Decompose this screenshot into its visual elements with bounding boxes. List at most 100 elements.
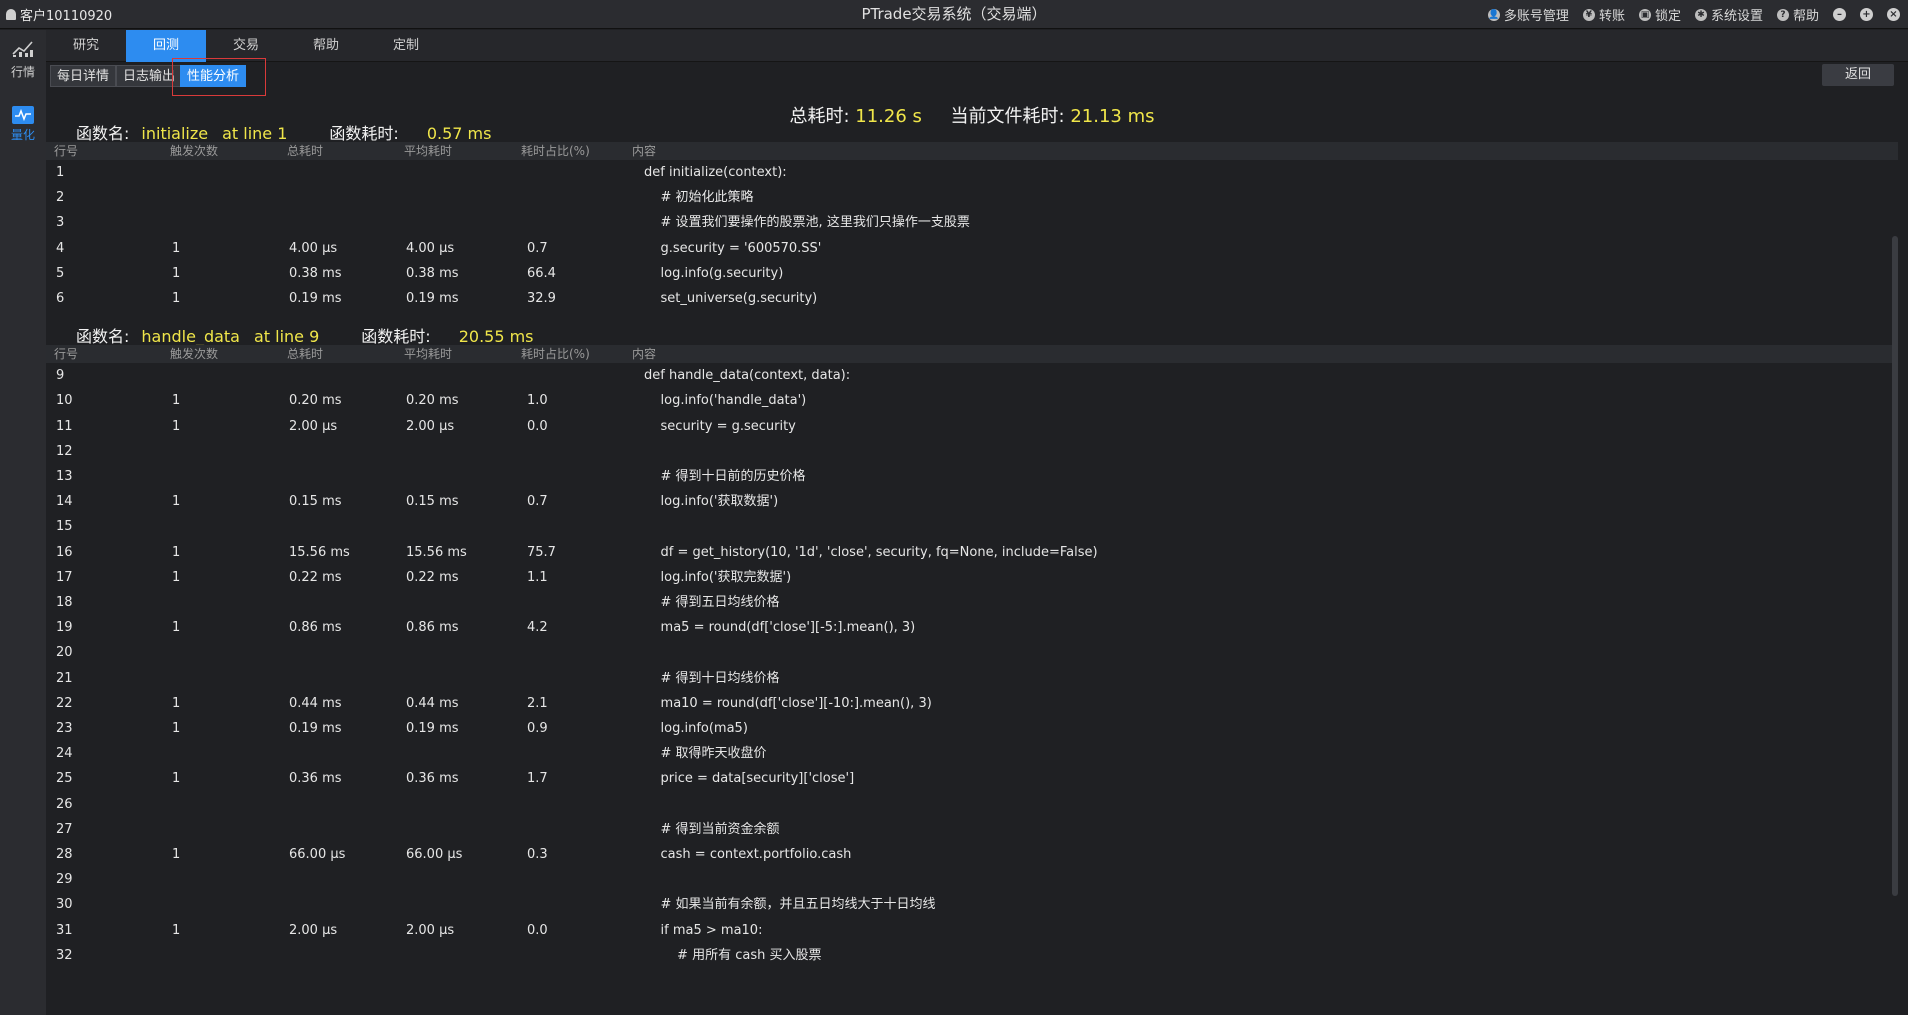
customer-info: 客户10110920 — [6, 0, 112, 29]
column-header: 触发次数 — [170, 347, 219, 362]
table-cell: 1.0 — [527, 393, 548, 409]
table-row: 29 — [46, 867, 1898, 892]
help-button[interactable]: ? 帮助 — [1776, 5, 1819, 24]
tab-trade[interactable]: 交易 — [206, 30, 286, 62]
table-cell: 0.3 — [527, 847, 548, 862]
table-cell: def initialize(context): — [644, 165, 787, 180]
table-cell: 9 — [56, 368, 65, 384]
help-icon: ? — [1776, 8, 1789, 21]
total-time-value: 11.26 s — [855, 106, 922, 127]
table-cell: 32.9 — [527, 291, 556, 306]
table-header: 行号 触发次数 总耗时 平均耗时 耗时占比(%) 内容 — [46, 142, 1898, 160]
table-cell: 13 — [56, 469, 73, 484]
table-cell: 0.20 ms — [406, 393, 459, 409]
table-cell: 0.0 — [527, 922, 548, 938]
lock-button[interactable]: ▣ 锁定 — [1638, 5, 1681, 24]
table-cell: df = get_history(10, '1d', 'close', secu… — [644, 544, 1098, 560]
table-cell: 1.1 — [527, 569, 548, 585]
column-header: 触发次数 — [170, 144, 219, 158]
table-row: 23 1 0.19 ms 0.19 ms 0.9 log.info(ma5) — [46, 716, 1898, 741]
return-button[interactable]: 返回 — [1822, 64, 1894, 86]
table-row: 4 1 4.00 µs 4.00 µs 0.7 g.security = '600570… — [46, 236, 1898, 261]
maximize-icon[interactable]: + — [1860, 8, 1873, 21]
table-cell: 25 — [56, 771, 73, 787]
table-cell: 24 — [56, 746, 73, 762]
function-time: 20.55 ms — [458, 327, 534, 347]
table-row: 14 1 0.15 ms 0.15 ms 0.7 log.info('获取数据') — [46, 489, 1898, 514]
subtab-performance-analysis[interactable]: 性能分析 — [180, 65, 247, 87]
multi-account-button[interactable]: 👤 多账号管理 — [1487, 5, 1569, 24]
tab-help[interactable]: 帮助 — [286, 30, 366, 62]
column-header: 耗时占比(%) — [521, 347, 590, 362]
table-cell: 0.38 ms — [289, 265, 342, 281]
total-time-label: 总耗时: — [789, 106, 850, 127]
table-cell: 31 — [56, 922, 73, 938]
system-settings-button[interactable]: ✱ 系统设置 — [1694, 5, 1763, 24]
table-cell: 22 — [56, 695, 73, 711]
table-row: 5 1 0.38 ms 0.38 ms 66.4 log.info(g.security… — [46, 261, 1898, 286]
table-cell: 6 — [56, 291, 65, 306]
table-cell: g.security = '600570.SS' — [644, 240, 822, 256]
table-cell: 21 — [56, 670, 73, 686]
function-time-label: 函数耗时: — [361, 327, 431, 347]
close-icon[interactable]: × — [1887, 8, 1900, 21]
table-cell: 26 — [56, 796, 73, 812]
table-cell: 1 — [172, 544, 181, 560]
table-cell: 0.36 ms — [406, 771, 459, 787]
table-cell: 19 — [56, 620, 73, 636]
table-cell: 0.15 ms — [289, 494, 342, 510]
sidebar-item-quant-label: 量化 — [10, 128, 35, 142]
table-row: 19 1 0.86 ms 0.86 ms 4.2 ma5 = round(df['clo… — [46, 615, 1898, 640]
table-row: 18 # 得到五日均线价格 — [46, 590, 1898, 615]
table-row: 1 def initialize(context): — [46, 160, 1898, 185]
table-cell: set_universe(g.security) — [644, 291, 818, 306]
table-row: 2 # 初始化此策略 — [46, 185, 1898, 210]
table-cell: 2.00 µs — [406, 418, 455, 434]
table-cell: 15.56 ms — [406, 544, 467, 560]
vertical-scrollbar[interactable] — [1892, 236, 1898, 896]
sidebar-item-quant[interactable]: 量化 — [0, 106, 46, 143]
transfer-button[interactable]: ¥ 转账 — [1582, 5, 1625, 24]
table-cell: 2.00 µs — [289, 922, 338, 938]
table-cell: 0.9 — [527, 721, 548, 736]
table-cell: 0.19 ms — [289, 291, 342, 306]
tab-custom[interactable]: 定制 — [366, 30, 446, 62]
table-cell: 1 — [172, 569, 181, 585]
table-cell: 0.86 ms — [406, 620, 459, 636]
table-cell: 4.00 µs — [406, 240, 455, 256]
table-cell: 30 — [56, 897, 73, 913]
table-row: 15 — [46, 514, 1898, 539]
tab-research[interactable]: 研究 — [46, 30, 126, 62]
sub-tabs: 每日详情 日志输出 性能分析 — [46, 62, 1908, 90]
table-cell: 66.00 µs — [406, 847, 463, 862]
table-cell: 0.19 ms — [406, 291, 459, 306]
subtab-daily-details[interactable]: 每日详情 — [50, 65, 117, 87]
table-cell: 1 — [172, 771, 181, 787]
table-cell: 66.00 µs — [289, 847, 346, 862]
table-cell: # 设置我们要操作的股票池, 这里我们只操作一支股票 — [644, 215, 970, 231]
titlebar-menu: 👤 多账号管理 ¥ 转账 ▣ 锁定 ✱ 系统设置 ? 帮助 – + × — [1487, 0, 1900, 29]
table-cell: 23 — [56, 721, 73, 736]
table-cell: log.info('handle_data') — [644, 393, 807, 409]
sidebar-item-market[interactable]: 行情 — [0, 38, 46, 80]
table-cell: 11 — [56, 418, 73, 434]
table-row: 3 # 设置我们要操作的股票池, 这里我们只操作一支股票 — [46, 210, 1898, 235]
subtab-log-output[interactable]: 日志输出 — [116, 65, 183, 87]
table-cell: 20 — [56, 645, 73, 661]
table-cell: 2.00 µs — [289, 418, 338, 434]
main-tabs: 研究 回测 交易 帮助 定制 — [46, 30, 1908, 62]
column-header: 行号 — [54, 347, 79, 362]
table-cell: def handle_data(context, data): — [644, 368, 851, 384]
table-cell: 1 — [172, 240, 181, 256]
table-cell: 1 — [172, 265, 181, 281]
table-cell: 12 — [56, 443, 73, 459]
table-cell: 27 — [56, 821, 73, 837]
minimize-icon[interactable]: – — [1833, 8, 1846, 21]
lock-label: 锁定 — [1654, 9, 1681, 24]
table-cell: 1 — [172, 922, 181, 938]
tab-backtest[interactable]: 回测 — [126, 30, 206, 62]
table-cell: 0.7 — [527, 240, 548, 256]
table-cell: # 得到十日前的历史价格 — [644, 469, 806, 484]
table-cell: 66.4 — [527, 265, 556, 281]
column-header: 总耗时 — [287, 144, 324, 158]
